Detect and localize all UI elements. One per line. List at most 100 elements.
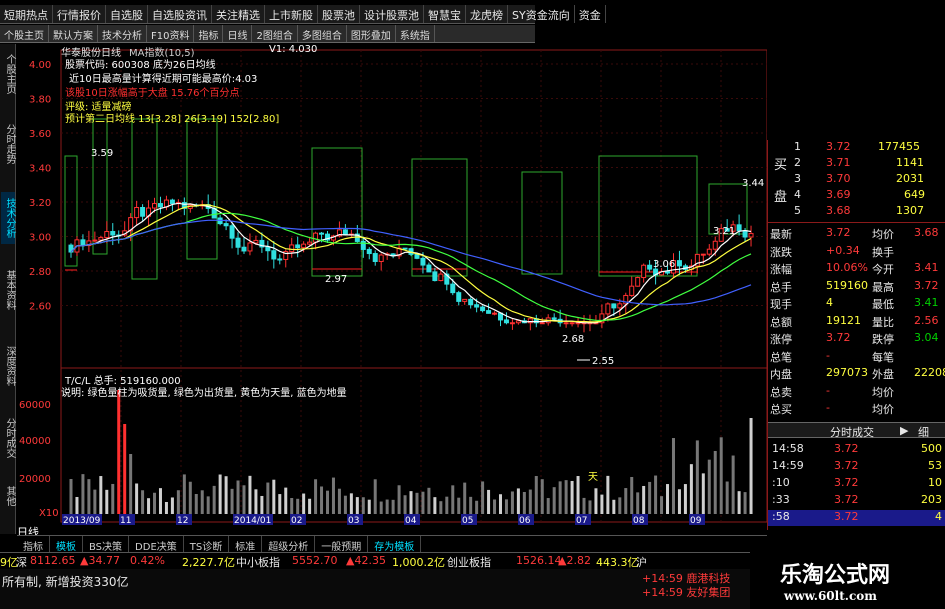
menu-item[interactable]: 关注精选 — [212, 5, 265, 23]
volume-bar — [397, 485, 401, 514]
left-tab-tech-analysis[interactable]: 技术分析 — [1, 192, 15, 244]
bottom-tab[interactable]: 一般预期 — [315, 536, 369, 553]
volume-bar — [87, 479, 91, 514]
price-tick-label: 3.80 — [29, 95, 51, 106]
ma5-line — [70, 202, 752, 324]
plate-label: 盘 — [774, 190, 788, 205]
kline-chart[interactable]: 4.00 3.80 3.60 3.40 3.20 3.00 2.80 2.60 60000 400… — [17, 44, 767, 544]
toolbar-indicator[interactable]: 指标 — [194, 25, 224, 42]
candle-body — [426, 264, 432, 273]
toolbar-daily[interactable]: 日线 — [223, 25, 253, 42]
volume-bar — [654, 475, 658, 514]
volume-bar — [230, 488, 234, 514]
candle-body — [104, 231, 110, 239]
volume-bar — [326, 490, 330, 514]
toolbar-tech-analysis[interactable]: 技术分析 — [98, 25, 147, 42]
menu-item[interactable]: 行情报价 — [53, 5, 106, 23]
candle-body — [611, 303, 617, 309]
date-tick-label: 02 — [291, 516, 302, 526]
candle-body — [605, 303, 611, 315]
ticks-header: 分时成交 ▶ 细 — [768, 422, 945, 440]
price-annotation: 3.06 — [653, 259, 675, 270]
volume-bar — [534, 476, 538, 514]
volume-bar — [105, 489, 109, 514]
toolbar-default-scheme[interactable]: 默认方案 — [49, 25, 98, 42]
candle-body — [503, 319, 509, 324]
stat-row: 涨幅 10.06% 今开 3.41 — [770, 261, 939, 276]
candle-body — [539, 322, 545, 325]
volume-bar — [671, 438, 675, 514]
bottom-tab[interactable]: DDE决策 — [129, 536, 184, 553]
price-tick-label: 4.00 — [29, 60, 51, 71]
ticks-toggle[interactable]: 细 — [918, 424, 929, 440]
menu-item[interactable]: 自选股资讯 — [148, 5, 212, 23]
toolbar-multichart[interactable]: 多图组合 — [298, 25, 347, 42]
volume-bar — [385, 499, 389, 514]
bid-row: 买 2 3.71 1141 — [774, 156, 924, 173]
menu-item[interactable]: 自选股 — [106, 5, 148, 23]
volume-bar — [487, 489, 491, 514]
volume-bar — [158, 488, 162, 514]
menu-item[interactable]: 资金 — [575, 5, 606, 23]
volume-bar — [612, 499, 616, 514]
index-item: 1,000.2亿 — [392, 556, 445, 569]
date-tick-label: 03 — [348, 516, 359, 526]
bottom-tab[interactable]: 模板 — [50, 536, 83, 553]
candle-body — [301, 243, 307, 249]
bottom-tab[interactable]: BS决策 — [83, 536, 130, 553]
candle-body — [241, 246, 247, 252]
volume-bar — [731, 455, 735, 514]
volume-bar — [117, 390, 121, 514]
volume-bar — [409, 491, 413, 514]
menu-item[interactable]: 股票池 — [318, 5, 360, 23]
bottom-tab-save-template[interactable]: 存为模板 — [368, 536, 422, 553]
volume-bar — [618, 497, 622, 514]
volume-bar — [564, 480, 568, 514]
volume-bar — [308, 498, 312, 514]
volume-bar — [421, 491, 425, 514]
volume-bar — [391, 499, 395, 514]
toolbar-overlay[interactable]: 图形叠加 — [347, 25, 396, 42]
volume-bar — [576, 476, 580, 514]
volume-bar — [355, 497, 359, 514]
left-tab-deep-data[interactable]: 深度资料 — [1, 340, 15, 392]
volume-bar — [188, 481, 192, 514]
tick-row: :33 3.72 203 — [772, 493, 942, 506]
signal-box — [131, 118, 158, 280]
candle-body — [253, 239, 259, 244]
toolbar-2chart[interactable]: 2图组合 — [252, 25, 298, 42]
toolbar-system-indicator[interactable]: 系统指 — [396, 25, 435, 42]
menu-item[interactable]: 设计股票池 — [360, 5, 424, 23]
menu-item[interactable]: 智慧宝 — [424, 5, 466, 23]
signal-box — [411, 158, 468, 277]
left-tab-other[interactable]: 其他 — [1, 482, 15, 510]
volume-bar — [415, 492, 419, 514]
triangle-right-icon[interactable]: ▶ — [900, 424, 908, 437]
feed-item[interactable]: +14:59 友好集团 — [642, 584, 730, 600]
left-tab-fundamentals[interactable]: 基本资料 — [1, 264, 15, 316]
menu-item[interactable]: 龙虎榜 — [466, 5, 508, 23]
tick-row: 14:59 3.72 53 — [772, 459, 942, 472]
candle-body — [563, 322, 569, 325]
bottom-tab[interactable]: 指标 — [17, 536, 50, 553]
bottom-tab[interactable]: 标准 — [229, 536, 263, 553]
date-tick-label: 2014/01 — [234, 516, 271, 526]
volume-bar — [600, 494, 604, 514]
signal-box — [521, 171, 563, 275]
menu-item[interactable]: SY资金流向 — [508, 5, 575, 23]
volume-bar — [588, 500, 592, 514]
volume-tick-label: X10 — [39, 508, 59, 519]
toolbar-stock-home[interactable]: 个股主页 — [0, 25, 49, 42]
candle-body — [665, 271, 671, 274]
menu-item[interactable]: 短期热点 — [0, 5, 53, 23]
left-tab-stock-home[interactable]: 个股主页 — [1, 48, 15, 100]
bid-row: 5 3.68 1307 — [794, 204, 924, 217]
left-tab-intraday[interactable]: 分时走势 — [1, 118, 15, 170]
left-tab-intraday-trades[interactable]: 分时成交 — [1, 412, 15, 464]
volume-bar — [749, 418, 753, 514]
bottom-tab[interactable]: 超级分析 — [262, 536, 316, 553]
bottom-tab[interactable]: TS诊断 — [184, 536, 230, 553]
toolbar-f10[interactable]: F10资料 — [147, 25, 195, 42]
volume-bar — [451, 485, 455, 514]
menu-item[interactable]: 上市新股 — [265, 5, 318, 23]
